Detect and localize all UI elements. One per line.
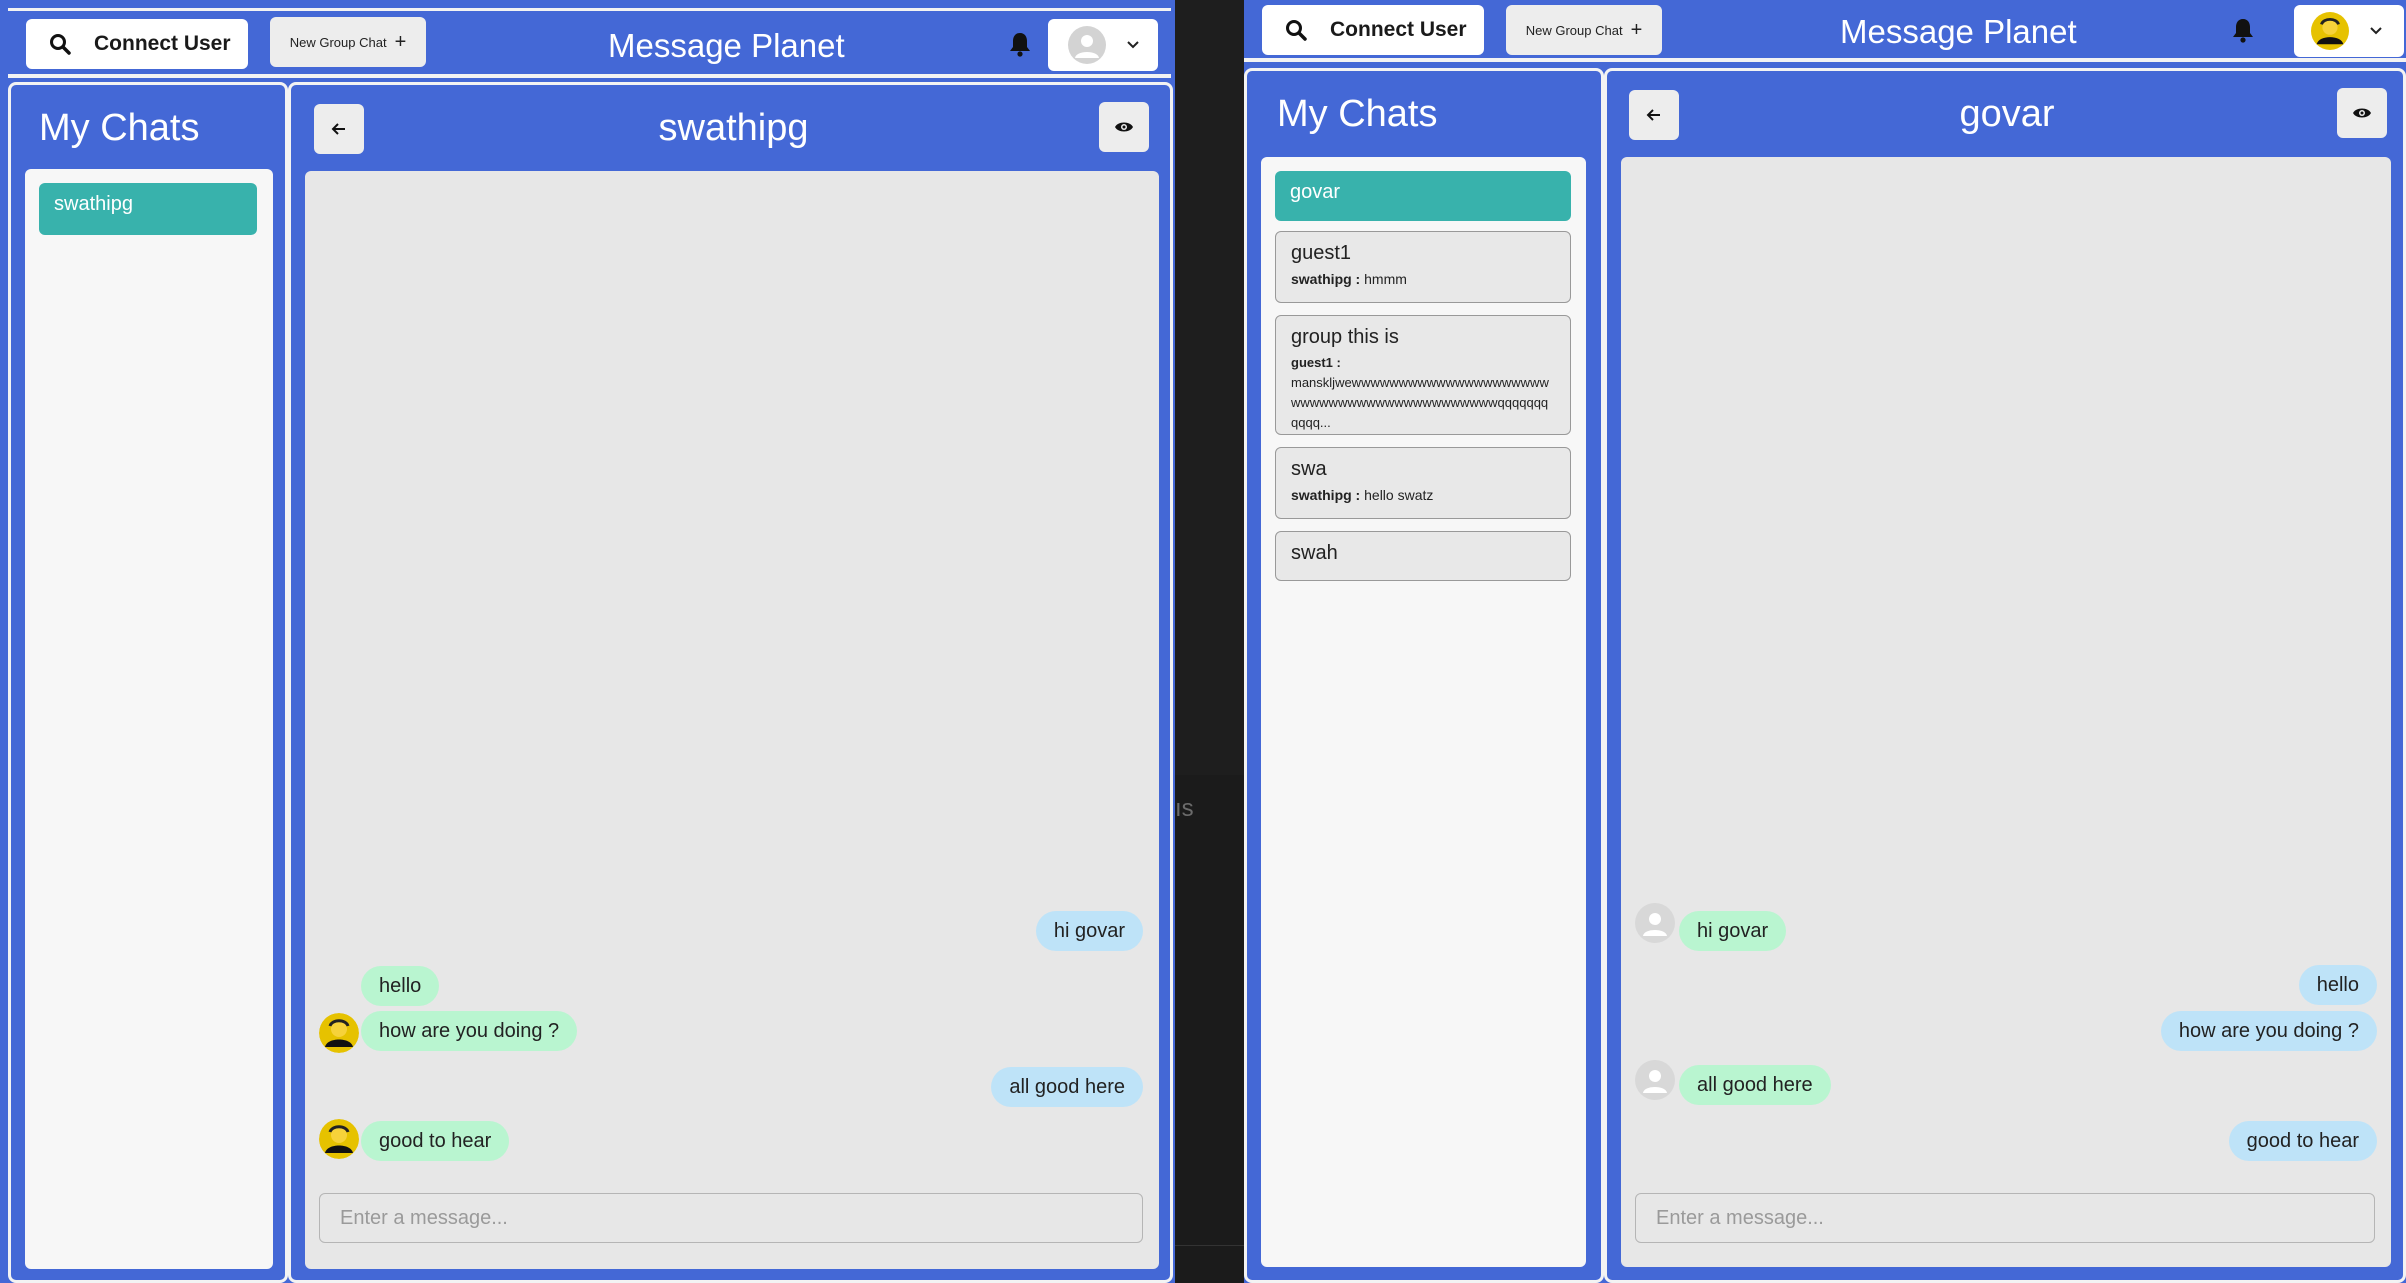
chevron-down-icon (1127, 41, 1139, 49)
last-message-text: hmmm (1364, 271, 1407, 287)
app-header: Connect User New Group Chat + Message Pl… (8, 8, 1171, 78)
back-button[interactable] (314, 104, 364, 154)
last-message-text: hello swatz (1364, 487, 1434, 503)
left-app-window: Connect User New Group Chat + Message Pl… (0, 0, 1175, 1283)
new-group-chat-button[interactable]: New Group Chat + (270, 17, 426, 67)
profile-menu-button[interactable] (2294, 5, 2404, 57)
plus-icon: + (394, 30, 407, 53)
message-area: hi govar hello how are you doing ? all g… (1621, 157, 2391, 1267)
message-bubble: good to hear (361, 1121, 510, 1161)
message-bubble: how are you doing ? (2160, 1011, 2377, 1051)
last-message-sender: swathipg : (1291, 271, 1361, 287)
arrow-left-icon (1646, 109, 1660, 121)
message-bubble: hello (2298, 965, 2377, 1005)
message-area: hi govar hello how are you doing ? all g… (305, 171, 1159, 1269)
chat-list-item[interactable]: swah (1275, 531, 1571, 581)
new-group-chat-label: New Group Chat (1525, 22, 1623, 38)
app-header: Connect User New Group Chat + Message Pl… (1244, 0, 2406, 62)
my-chats-title: My Chats (1277, 93, 1438, 135)
bell-icon[interactable] (2231, 17, 2255, 43)
app-title: Message Planet (608, 27, 845, 64)
plus-icon: + (1630, 18, 1643, 41)
my-chats-title: My Chats (39, 107, 200, 149)
chat-item-last-message: swathipg : hello swatz (1291, 485, 1555, 505)
message-bubble: all good here (1679, 1065, 1831, 1105)
avatar (319, 1119, 359, 1159)
connect-user-label: Connect User (1330, 18, 1467, 41)
user-placeholder-icon (1635, 1060, 1675, 1100)
my-chats-panel: My Chats swathipg (8, 82, 288, 1283)
new-group-chat-button[interactable]: New Group Chat + (1506, 5, 1662, 55)
chat-item-last-message: guest1 : manskljwewwwwwwwwwwwwwwwwwwwwwww… (1291, 353, 1555, 433)
chat-title: govar (1959, 93, 2055, 135)
chat-panel: swathipg hi govar hello how are you doin… (288, 82, 1173, 1283)
chat-title: swathipg (658, 107, 809, 149)
user-placeholder-icon (1635, 903, 1675, 943)
divider (1175, 1245, 1244, 1246)
background-window-strip: ıs (1175, 775, 1244, 1283)
right-app-window: Connect User New Group Chat + Message Pl… (1244, 0, 2406, 1283)
last-message-sender: swathipg : (1291, 487, 1361, 503)
message-input[interactable] (1635, 1193, 2375, 1243)
message-bubble: hello (361, 966, 440, 1006)
chat-list-item[interactable]: govar (1275, 171, 1571, 221)
chat-list: swathipg (25, 169, 273, 1269)
bell-icon[interactable] (1008, 31, 1032, 57)
chat-item-name: swa (1291, 458, 1327, 480)
profile-menu-button[interactable] (1048, 19, 1158, 71)
background-partial-text: ıs (1175, 795, 1194, 822)
chat-item-name: group this is (1291, 326, 1399, 348)
view-profile-button[interactable] (1099, 102, 1149, 152)
message-bubble: hi govar (1035, 911, 1143, 951)
chat-item-name: swah (1291, 542, 1338, 564)
user-placeholder-icon (1068, 26, 1106, 64)
message-bubble: how are you doing ? (361, 1011, 578, 1051)
back-button[interactable] (1629, 90, 1679, 140)
view-profile-button[interactable] (2337, 88, 2387, 138)
last-message-sender: guest1 : (1291, 355, 1341, 370)
chevron-down-icon (2370, 27, 2382, 35)
message-bubble: hi govar (1679, 911, 1787, 951)
chat-list-item[interactable]: swa swathipg : hello swatz (1275, 447, 1571, 519)
chat-panel: govar hi govar hello how are you doing ?… (1604, 68, 2406, 1283)
chat-list-item[interactable]: swathipg (39, 183, 257, 235)
search-icon (1286, 20, 1307, 41)
eye-icon (1115, 122, 1133, 132)
message-input[interactable] (319, 1193, 1143, 1243)
arrow-left-icon (331, 123, 345, 135)
chat-list-item[interactable]: guest1 swathipg : hmmm (1275, 231, 1571, 303)
avatar (2311, 12, 2349, 50)
chat-item-name: swathipg (54, 193, 133, 215)
connect-user-button[interactable]: Connect User (26, 19, 248, 69)
my-chats-panel: My Chats govar guest1 swathipg : hmmm gr… (1244, 68, 1604, 1283)
chat-item-name: govar (1290, 181, 1341, 203)
avatar (319, 1013, 359, 1053)
message-bubble: all good here (991, 1067, 1143, 1107)
chat-item-last-message: swathipg : hmmm (1291, 269, 1555, 289)
message-bubble: good to hear (2228, 1121, 2377, 1161)
chat-list-item[interactable]: group this is guest1 : manskljwewwwwwwwww… (1275, 315, 1571, 435)
new-group-chat-label: New Group Chat (289, 34, 387, 50)
connect-user-label: Connect User (94, 32, 231, 55)
last-message-text: manskljwewwwwwwwwwwwwwwwwwwwwwwwwwwwwwww… (1291, 375, 1549, 430)
chat-list: govar guest1 swathipg : hmmm group this … (1261, 157, 1586, 1267)
connect-user-button[interactable]: Connect User (1262, 5, 1484, 55)
eye-icon (2353, 108, 2371, 118)
app-title: Message Planet (1840, 13, 2077, 50)
search-icon (50, 34, 71, 55)
chat-item-name: guest1 (1291, 242, 1352, 264)
